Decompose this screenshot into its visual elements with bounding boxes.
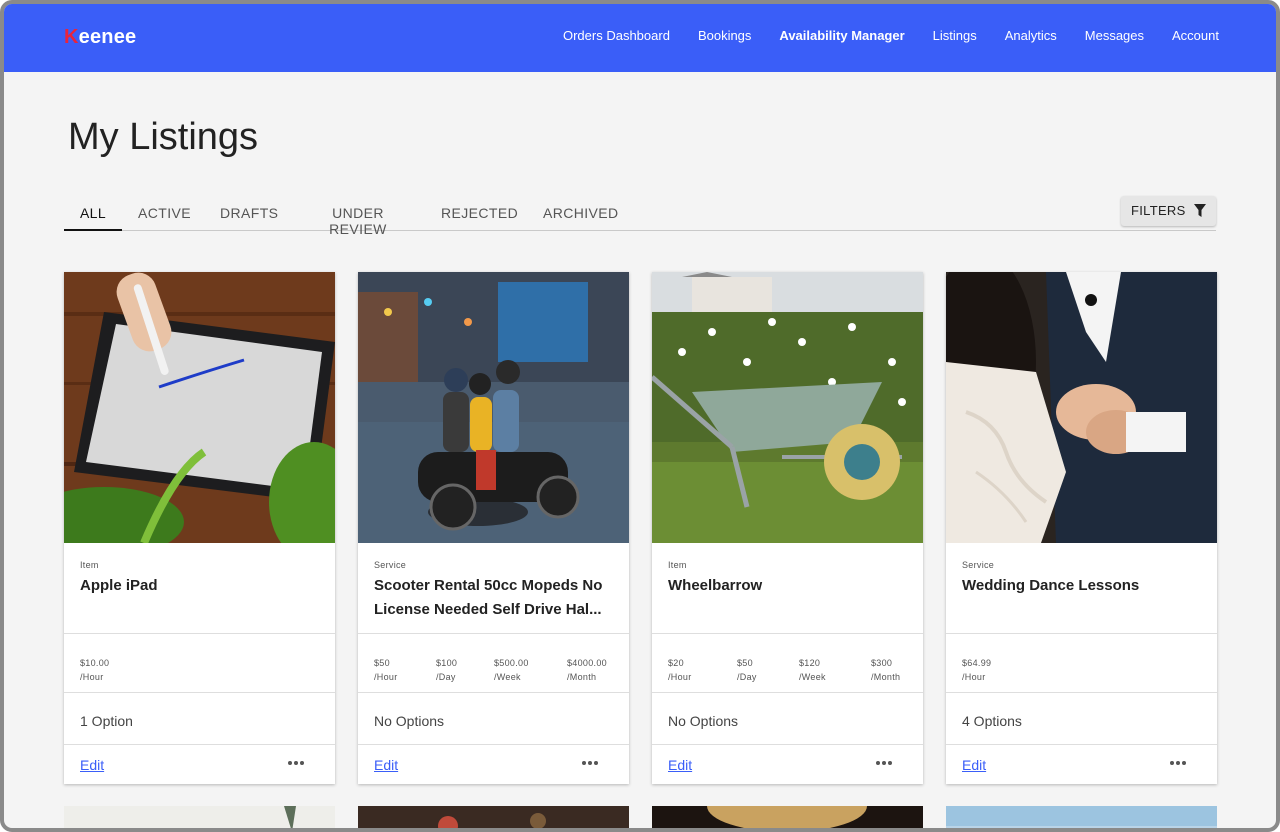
filters-label: FILTERS: [1131, 203, 1186, 218]
tab-archived[interactable]: ARCHIVED: [543, 196, 618, 231]
divider: [652, 692, 923, 693]
listing-card[interactable]: Service Scooter Rental 50cc Mopeds No Li…: [358, 272, 629, 784]
listing-card-peek[interactable]: [652, 806, 923, 828]
tab-active[interactable]: ACTIVE: [138, 196, 191, 231]
listing-title: Apple iPad: [80, 577, 158, 594]
page-title: My Listings: [68, 116, 259, 158]
tab-drafts[interactable]: DRAFTS: [220, 196, 278, 231]
tab-rejected[interactable]: REJECTED: [441, 196, 518, 231]
top-navigation-bar: Keenee Orders Dashboard Bookings Availab…: [4, 4, 1276, 72]
listing-card-peek[interactable]: [946, 806, 1217, 828]
divider: [652, 633, 923, 634]
logo-text: eenee: [78, 26, 137, 48]
price-month: $4000.00/Month: [567, 658, 607, 682]
more-options-icon[interactable]: [876, 759, 896, 769]
listing-type: Service: [962, 560, 995, 570]
filters-button[interactable]: FILTERS: [1121, 196, 1216, 226]
listing-image[interactable]: [64, 272, 335, 543]
divider: [64, 744, 335, 745]
price-week: $120/Week: [799, 658, 826, 682]
listing-image[interactable]: [358, 272, 629, 543]
listing-status-tabs: ALL ACTIVE DRAFTS UNDER REVIEW REJECTED …: [64, 196, 1216, 237]
options-count: No Options: [668, 713, 739, 729]
price-hour: $50/Hour: [374, 658, 398, 682]
divider: [358, 633, 629, 634]
nav-messages[interactable]: Messages: [1085, 28, 1144, 43]
more-options-icon[interactable]: [582, 759, 602, 769]
listing-image[interactable]: [652, 272, 923, 543]
listing-title: Wedding Dance Lessons: [962, 577, 1140, 594]
keenee-logo[interactable]: Keenee: [64, 26, 136, 49]
listing-title: Wheelbarrow: [668, 577, 763, 594]
edit-link[interactable]: Edit: [374, 757, 398, 773]
options-count: 1 Option: [80, 713, 133, 729]
logo-mark: K: [64, 26, 79, 48]
more-options-icon[interactable]: [288, 759, 308, 769]
divider: [946, 744, 1217, 745]
listing-title: Scooter Rental 50cc Mopeds No License Ne…: [374, 577, 603, 618]
more-options-icon[interactable]: [1170, 759, 1190, 769]
nav-availability-manager[interactable]: Availability Manager: [779, 28, 904, 43]
listing-card[interactable]: Item Apple iPad $10.00/Hour 1 Option Edi…: [64, 272, 335, 784]
nav-account[interactable]: Account: [1172, 28, 1219, 43]
edit-link[interactable]: Edit: [668, 757, 692, 773]
listing-type: Service: [374, 560, 407, 570]
divider: [358, 744, 629, 745]
divider: [946, 692, 1217, 693]
filter-icon: [1194, 204, 1206, 217]
divider: [64, 692, 335, 693]
nav-bookings[interactable]: Bookings: [698, 28, 751, 43]
price-list: $20/Hour $50/Day $120/Week $300/Month: [668, 656, 913, 686]
main-nav: Orders Dashboard Bookings Availability M…: [563, 28, 1219, 43]
listing-type: Item: [668, 560, 687, 570]
nav-orders-dashboard[interactable]: Orders Dashboard: [563, 28, 670, 43]
divider: [652, 744, 923, 745]
options-count: 4 Options: [962, 713, 1022, 729]
listing-card[interactable]: Service Wedding Dance Lessons $64.99/Hou…: [946, 272, 1217, 784]
price-day: $100/Day: [436, 658, 458, 682]
divider: [946, 633, 1217, 634]
listing-card[interactable]: Item Wheelbarrow $20/Hour $50/Day $120/W…: [652, 272, 923, 784]
listing-image[interactable]: [946, 272, 1217, 543]
price-week: $500.00/Week: [494, 658, 529, 682]
nav-listings[interactable]: Listings: [933, 28, 977, 43]
nav-analytics[interactable]: Analytics: [1005, 28, 1057, 43]
price-list: $50/Hour $100/Day $500.00/Week $4000.00/…: [374, 656, 619, 686]
price-month: $300/Month: [871, 658, 901, 682]
price-hour: $20/Hour: [668, 658, 692, 682]
tab-under-review[interactable]: UNDER REVIEW: [306, 196, 410, 237]
edit-link[interactable]: Edit: [962, 757, 986, 773]
listing-type: Item: [80, 560, 99, 570]
listing-card-peek[interactable]: [358, 806, 629, 828]
divider: [358, 692, 629, 693]
price-list: $64.99/Hour: [962, 656, 1207, 686]
price-list: $10.00/Hour: [80, 656, 325, 686]
divider: [64, 633, 335, 634]
app-window: Keenee Orders Dashboard Bookings Availab…: [0, 0, 1280, 832]
edit-link[interactable]: Edit: [80, 757, 104, 773]
listing-card-peek[interactable]: [64, 806, 335, 828]
price-day: $50/Day: [737, 658, 757, 682]
tab-all[interactable]: ALL: [64, 196, 122, 231]
price-hour: $10.00/Hour: [80, 658, 110, 682]
options-count: No Options: [374, 713, 445, 729]
price-hour: $64.99/Hour: [962, 658, 992, 682]
